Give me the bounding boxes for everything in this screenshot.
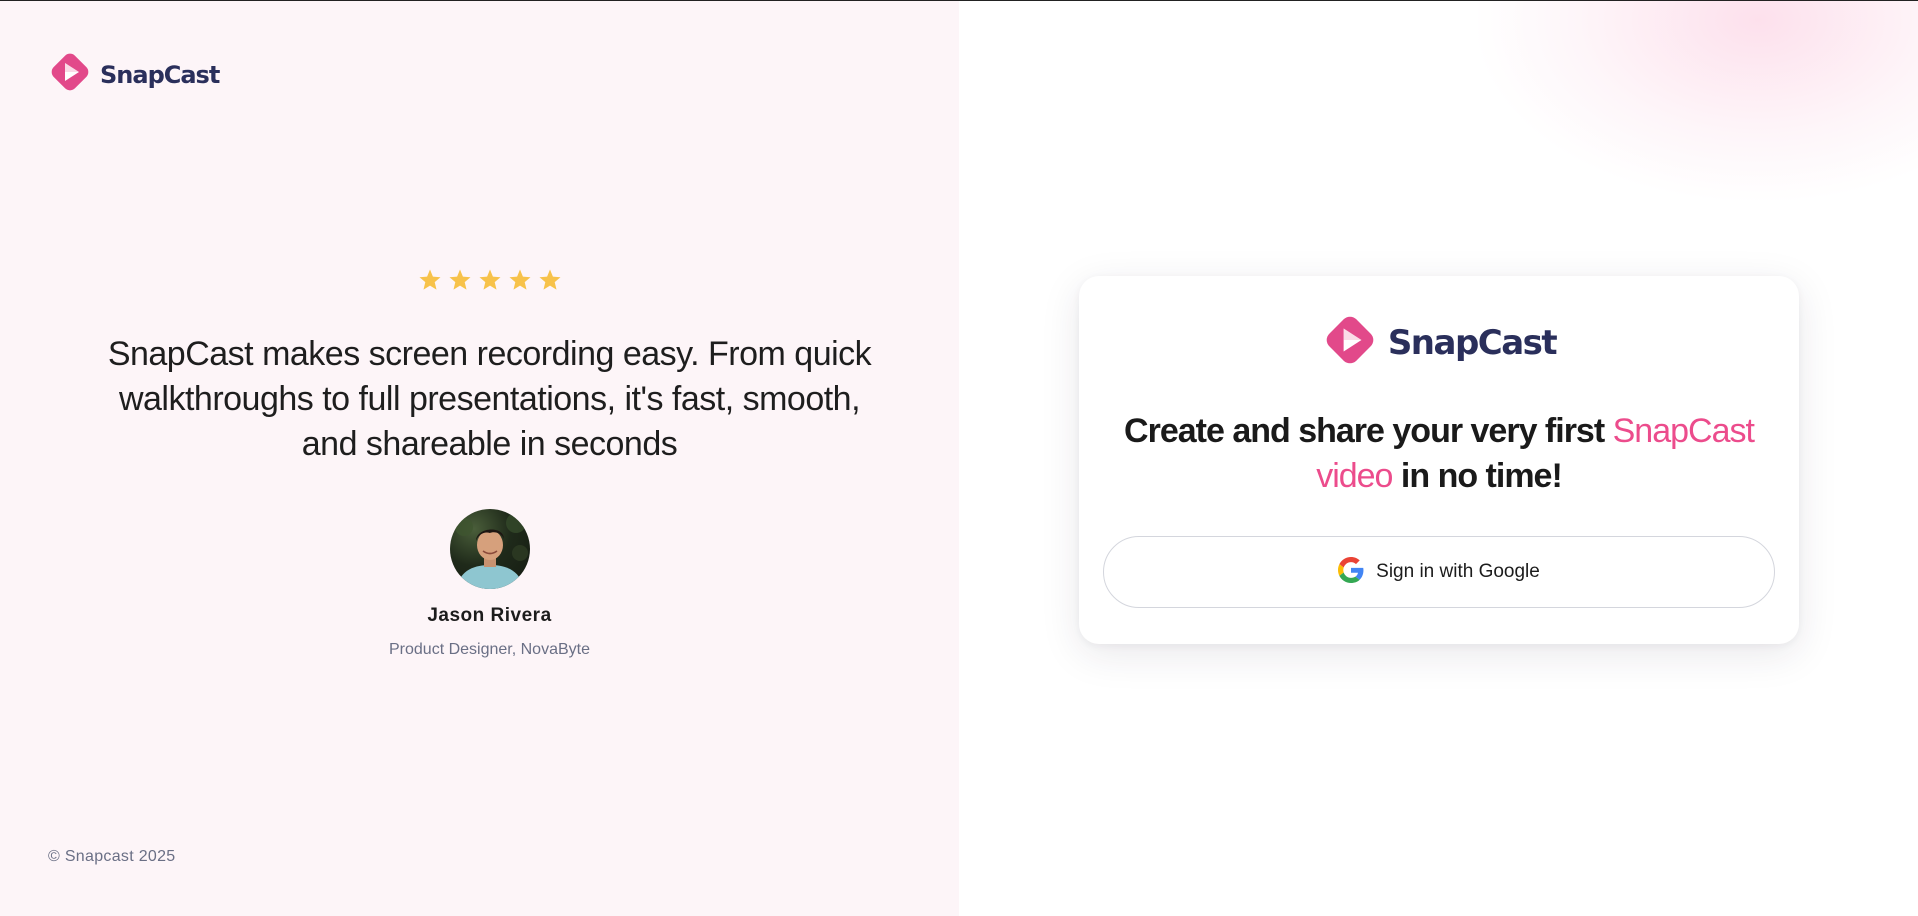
snapcast-logo-icon [48,50,92,99]
testimonial-panel: SnapCast SnapCast makes screen recording… [0,0,959,916]
headline-text: Create and share your very first [1124,412,1613,450]
snapcast-logo-icon [1322,312,1378,373]
signin-panel: SnapCast Create and share your very firs… [959,0,1918,916]
card-brand-name: SnapCast [1387,322,1558,363]
top-border [0,0,1918,1]
copyright-text: © Snapcast 2025 [48,848,176,865]
brand-name: SnapCast [100,60,220,89]
google-icon [1338,556,1364,588]
author-role: Product Designer, NovaByte [389,641,590,658]
background-glow [1478,0,1918,200]
testimonial-quote: SnapCast makes screen recording easy. Fr… [107,335,872,463]
rating-stars [0,268,979,292]
google-signin-button[interactable]: Sign in with Google [1103,536,1775,608]
signin-card: SnapCast Create and share your very firs… [1079,276,1799,644]
card-logo: SnapCast [1079,312,1799,373]
testimonial: SnapCast makes screen recording easy. Fr… [0,268,979,659]
avatar [449,509,530,589]
header-logo[interactable]: SnapCast [48,50,220,99]
star-icon [538,268,562,292]
star-icon [418,268,442,292]
star-icon [448,268,472,292]
star-icon [478,268,502,292]
author-name: Jason Rivera [427,605,552,626]
google-signin-label: Sign in with Google [1376,561,1540,582]
headline-text-end: in no time! [1392,457,1563,495]
star-icon [508,268,532,292]
signin-headline: Create and share your very first SnapCas… [1109,409,1769,499]
